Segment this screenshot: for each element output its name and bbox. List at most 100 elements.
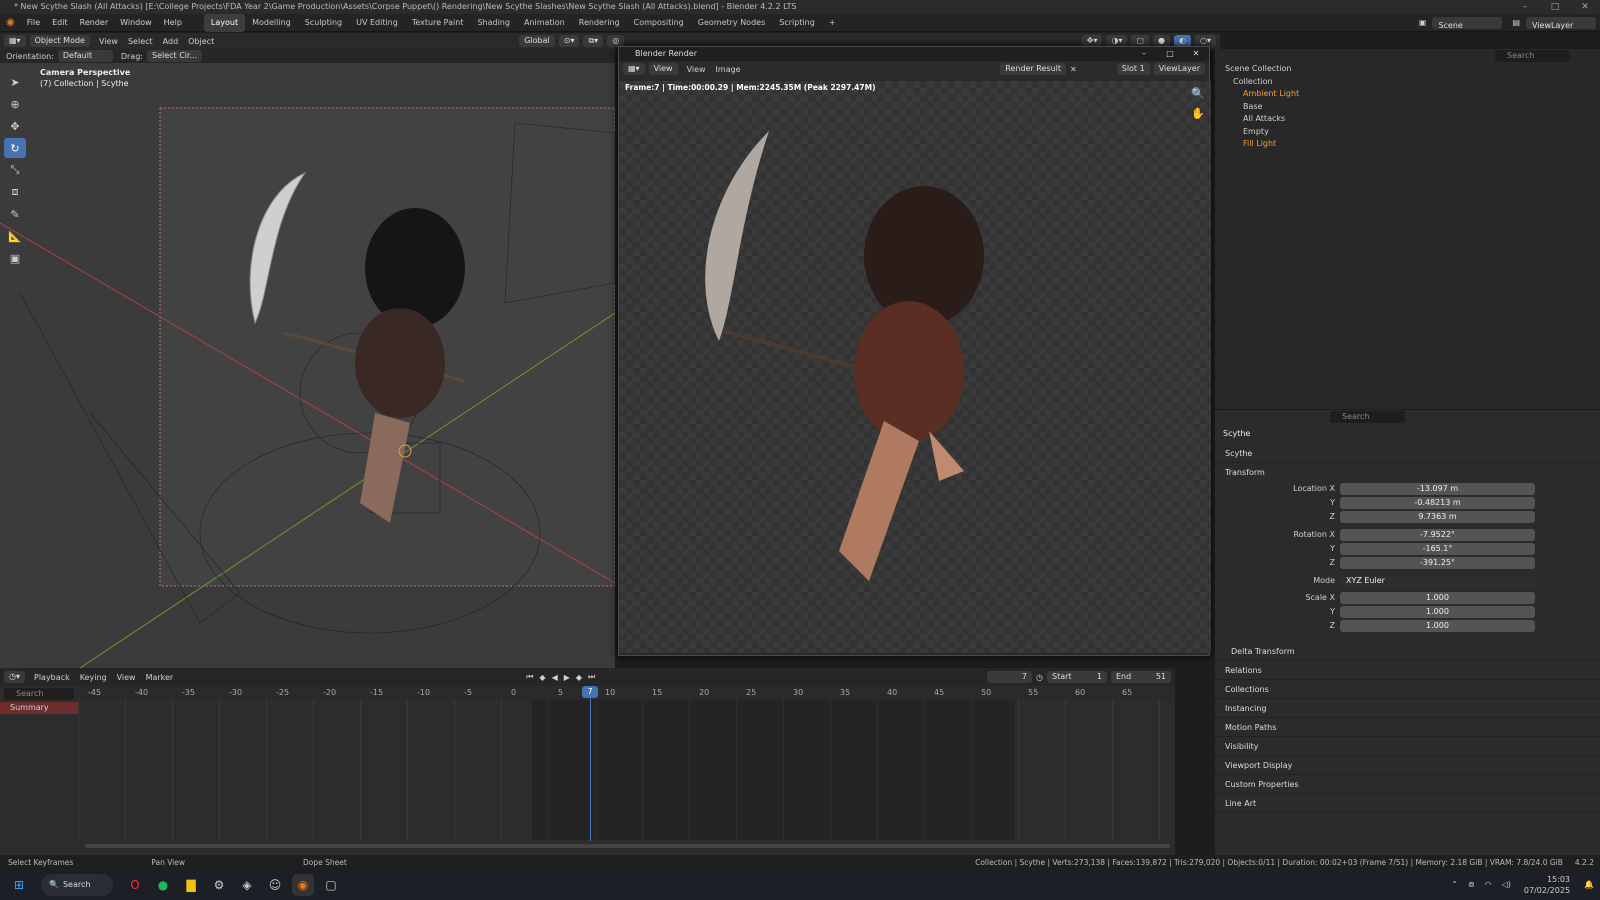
view-layer-selector[interactable]: ViewLayer [1526,16,1596,30]
rotate-tool-icon[interactable]: ↻ [4,138,26,158]
menu-edit[interactable]: Edit [46,14,74,32]
panel-instancing[interactable]: Instancing [1215,699,1600,718]
jump-start-icon[interactable]: ⏮ [523,672,536,682]
image-editor-type-icon[interactable]: ▦▾ [623,63,645,75]
wifi-icon[interactable]: ◠ [1480,880,1497,889]
location-z-field[interactable]: 9.7363 m [1340,511,1535,523]
scale-tool-icon[interactable]: ⤡ [4,160,26,180]
opera-icon[interactable]: O [124,874,146,896]
playhead-frame[interactable]: 7 [582,686,598,698]
end-frame-field[interactable]: End 51 [1111,671,1171,683]
volume-icon[interactable]: ◁) [1497,880,1516,889]
editor-type-icon[interactable]: ▦▾ [4,35,26,47]
file-explorer-icon[interactable]: ▇ [180,874,202,896]
snap-icon[interactable]: ⧉▾ [583,35,604,47]
cursor-tool-icon[interactable]: ⊕ [4,94,26,114]
horizontal-scrollbar[interactable] [85,844,1170,848]
object-data-panel[interactable]: Scythe [1215,444,1600,463]
menu-playback[interactable]: Playback [29,673,75,682]
menu-file[interactable]: File [21,14,46,32]
rotation-y-field[interactable]: -165.1° [1340,543,1535,555]
rotation-z-field[interactable]: -391.25° [1340,557,1535,569]
delta-transform-panel[interactable]: Delta Transform [1215,642,1600,661]
tray-chevron-icon[interactable]: ⌃ [1446,880,1463,889]
panel-line-art[interactable]: Line Art [1215,794,1600,813]
spotify-icon[interactable]: ● [152,874,174,896]
close-icon[interactable]: ✕ [1570,0,1600,14]
outliner-item[interactable]: Collection [1215,76,1600,89]
transform-tool-icon[interactable]: ⧈ [4,182,26,202]
scale-z-field[interactable]: 1.000 [1340,620,1535,632]
drag-selector[interactable]: Select Cir... [146,50,202,62]
transform-orientation[interactable]: Global [519,35,555,47]
render-minimize-icon[interactable]: – [1131,47,1157,61]
outliner-item[interactable]: Ambient Light [1215,88,1600,101]
play-icon[interactable]: ▶ [561,673,573,682]
windows-start-icon[interactable]: ⊞ [8,874,30,896]
tab-sculpting[interactable]: Sculpting [298,14,349,32]
render-close-image-icon[interactable]: ✕ [1070,65,1077,74]
rotation-mode-select[interactable]: XYZ Euler [1340,575,1535,587]
menu-add[interactable]: Add [158,37,184,46]
scene-selector[interactable]: Scene [1432,16,1503,30]
minimize-icon[interactable]: – [1510,0,1540,14]
notification-icon[interactable]: 🔔 [1578,880,1600,889]
stopwatch-icon[interactable]: ◷ [1036,673,1043,682]
menu-keying[interactable]: Keying [75,673,112,682]
summary-channel[interactable]: Summary [0,702,78,714]
orientation-selector[interactable]: Default [57,50,113,62]
pivot-icon[interactable]: ⊙▾ [558,35,580,47]
properties-search[interactable]: Search [1330,411,1405,423]
maximize-icon[interactable]: □ [1540,0,1570,14]
outliner-item[interactable]: Scene Collection [1215,63,1600,76]
scale-x-field[interactable]: 1.000 [1340,592,1535,604]
render-slot-selector[interactable]: Slot 1 [1116,63,1150,75]
next-key-icon[interactable]: ◆ [573,673,585,682]
menu-render[interactable]: Render [74,14,114,32]
panel-custom-properties[interactable]: Custom Properties [1215,775,1600,794]
twitch-icon[interactable]: ▢ [320,874,342,896]
select-tool-icon[interactable]: ➤ [4,72,26,92]
menu-marker[interactable]: Marker [141,673,179,682]
render-canvas[interactable]: Frame:7 | Time:00:00.29 | Mem:2245.35M (… [619,81,1211,653]
tab-modelling[interactable]: Modelling [245,14,298,32]
annotate-tool-icon[interactable]: ✎ [4,204,26,224]
location-x-field[interactable]: -13.097 m [1340,483,1535,495]
rotation-x-field[interactable]: -7.9522° [1340,529,1535,541]
menu-help[interactable]: Help [158,14,188,32]
outliner-item[interactable]: Empty [1215,126,1600,139]
current-frame-field[interactable]: 7 [987,671,1033,683]
measure-tool-icon[interactable]: 📐 [4,226,26,246]
unity-icon[interactable]: ◈ [236,874,258,896]
panel-visibility[interactable]: Visibility [1215,737,1600,756]
render-close-icon[interactable]: ✕ [1183,47,1209,61]
tab-shading[interactable]: Shading [470,14,517,32]
discord-icon[interactable]: ☺ [264,874,286,896]
render-menu-image[interactable]: Image [711,65,746,74]
render-layer-selector[interactable]: ViewLayer [1153,63,1205,75]
location-y-field[interactable]: -0.48213 m [1340,497,1535,509]
menu-view[interactable]: View [94,37,123,46]
play-reverse-icon[interactable]: ◀ [549,673,561,682]
panel-relations[interactable]: Relations [1215,661,1600,680]
network-icon[interactable]: ⊚ [1463,880,1480,889]
tab-layout[interactable]: Layout [203,13,246,32]
frame-ruler[interactable] [78,686,1175,700]
3d-viewport[interactable]: Camera Perspective (7) Collection | Scyt… [0,63,615,668]
menu-select[interactable]: Select [123,37,158,46]
menu-window[interactable]: Window [114,14,158,32]
outliner-item[interactable]: Base [1215,101,1600,114]
outliner-item[interactable]: Fill Light [1215,138,1600,151]
scale-y-field[interactable]: 1.000 [1340,606,1535,618]
transform-panel[interactable]: Transform [1215,463,1600,482]
tab-compositing[interactable]: Compositing [627,14,691,32]
jump-end-icon[interactable]: ⏭ [585,672,598,682]
tab-texture-paint[interactable]: Texture Paint [405,14,471,32]
render-menu-view[interactable]: View [682,65,711,74]
zoom-icon[interactable]: 🔍 [1191,87,1205,100]
timeline-search[interactable]: Search [4,688,74,700]
taskbar-search[interactable]: 🔍 Search [41,873,113,896]
panel-collections[interactable]: Collections [1215,680,1600,699]
steam-icon[interactable]: ⚙ [208,874,230,896]
tab-geometry-nodes[interactable]: Geometry Nodes [691,14,772,32]
